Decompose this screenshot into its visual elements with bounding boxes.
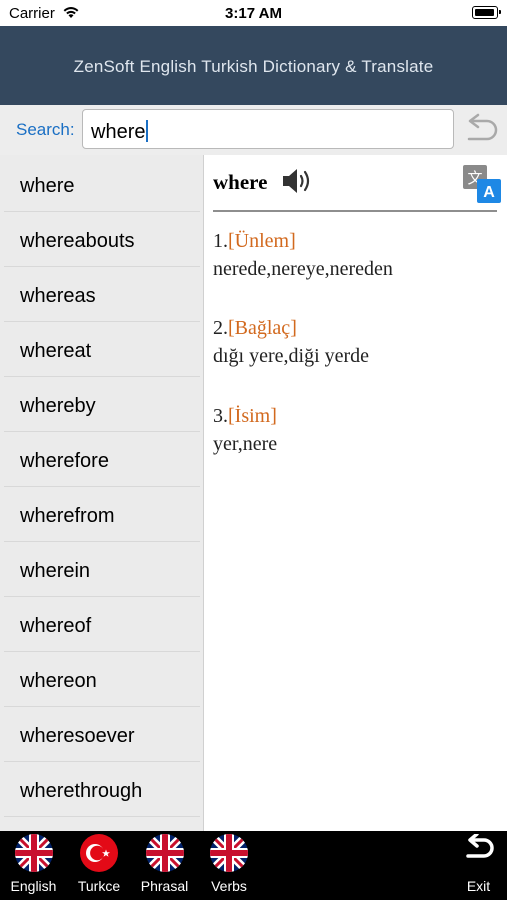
status-time: 3:17 AM bbox=[225, 5, 282, 22]
status-bar: Carrier 3:17 AM bbox=[0, 0, 507, 26]
list-item[interactable]: wherefrom bbox=[4, 488, 200, 542]
list-item[interactable]: whereon bbox=[4, 653, 200, 707]
headword: where bbox=[213, 170, 268, 194]
list-item-label: wherethrough bbox=[20, 780, 143, 802]
list-item[interactable]: wherefore bbox=[4, 433, 200, 487]
translate-icon[interactable]: 文 A bbox=[462, 164, 502, 209]
list-item-label: where bbox=[20, 175, 75, 197]
tab-phrasal[interactable]: Phrasal bbox=[131, 831, 198, 900]
list-item-label: wherefore bbox=[20, 450, 109, 472]
sense-block: 3.[İsim] yer,nere bbox=[213, 402, 277, 458]
list-item-label: whereat bbox=[20, 340, 92, 362]
definition-pane: where 文 A 1.[Ünlem] nerede,nereye,nerede… bbox=[204, 155, 507, 831]
app-title: ZenSoft English Turkish Dictionary & Tra… bbox=[73, 57, 434, 76]
sense-meaning: nerede,nereye,nereden bbox=[213, 258, 393, 280]
list-item-label: whereby bbox=[20, 395, 96, 417]
list-item[interactable]: whereat bbox=[4, 323, 200, 377]
word-list: where whereabouts whereas whereat whereb… bbox=[0, 155, 203, 831]
sense-number: 1. bbox=[213, 230, 228, 252]
list-item[interactable]: whereabouts bbox=[4, 213, 200, 267]
undo-clear-icon[interactable] bbox=[459, 113, 501, 147]
turkey-flag-icon bbox=[80, 834, 118, 872]
tab-label: English bbox=[10, 878, 57, 894]
list-item[interactable]: whereof bbox=[4, 598, 200, 652]
uk-flag-icon bbox=[145, 834, 184, 872]
text-caret bbox=[146, 120, 149, 142]
sense-meaning: dığı yere,diği yerde bbox=[213, 345, 370, 367]
tab-label: Turkce bbox=[77, 878, 121, 894]
tab-english[interactable]: English bbox=[0, 831, 67, 900]
list-item-label: wherein bbox=[20, 560, 91, 582]
search-bar: Search: where bbox=[0, 105, 507, 155]
sense-block: 2.[Bağlaç] dığı yere,diği yerde bbox=[213, 314, 369, 370]
tab-turkce[interactable]: Turkce bbox=[67, 831, 131, 900]
return-arrow-icon bbox=[460, 832, 496, 873]
tab-label: Phrasal bbox=[140, 878, 189, 894]
list-item-label: whereon bbox=[20, 670, 97, 692]
tab-label: Exit bbox=[466, 878, 491, 894]
list-item-label: wherefrom bbox=[20, 505, 115, 527]
part-of-speech: [Bağlaç] bbox=[228, 317, 297, 339]
search-label: Search: bbox=[16, 120, 75, 139]
part-of-speech: [Ünlem] bbox=[228, 230, 296, 252]
uk-flag-icon bbox=[14, 834, 53, 872]
tab-label: Verbs bbox=[211, 878, 247, 894]
list-item-label: whereabouts bbox=[20, 230, 135, 252]
app-header: ZenSoft English Turkish Dictionary & Tra… bbox=[0, 26, 507, 105]
exit-button[interactable]: Exit bbox=[450, 831, 507, 900]
speaker-icon[interactable] bbox=[280, 167, 314, 200]
list-item[interactable]: wheresoever bbox=[4, 708, 200, 762]
part-of-speech: [İsim] bbox=[228, 405, 277, 427]
search-input-value: where bbox=[91, 121, 146, 143]
uk-flag-icon bbox=[210, 834, 248, 872]
list-item[interactable]: wherein bbox=[4, 543, 200, 597]
search-input[interactable]: where bbox=[82, 109, 454, 149]
sense-number: 3. bbox=[213, 405, 228, 427]
sense-number: 2. bbox=[213, 317, 228, 339]
list-item[interactable]: whereas bbox=[4, 268, 200, 322]
list-item-label: whereof bbox=[20, 615, 92, 637]
headword-divider bbox=[213, 210, 497, 212]
list-item-label: whereas bbox=[20, 285, 96, 307]
sense-meaning: yer,nere bbox=[213, 433, 278, 455]
sense-block: 1.[Ünlem] nerede,nereye,nereden bbox=[213, 227, 393, 283]
list-item-label: wheresoever bbox=[20, 725, 135, 747]
list-item[interactable]: whereby bbox=[4, 378, 200, 432]
battery-icon bbox=[472, 6, 501, 19]
list-item[interactable]: wherethrough bbox=[4, 763, 200, 817]
svg-text:A: A bbox=[483, 184, 495, 201]
tab-bar: English Turkce Phrasal Verbs Exit bbox=[0, 831, 507, 900]
list-item[interactable]: where bbox=[4, 158, 200, 212]
tab-verbs[interactable]: Verbs bbox=[198, 831, 260, 900]
